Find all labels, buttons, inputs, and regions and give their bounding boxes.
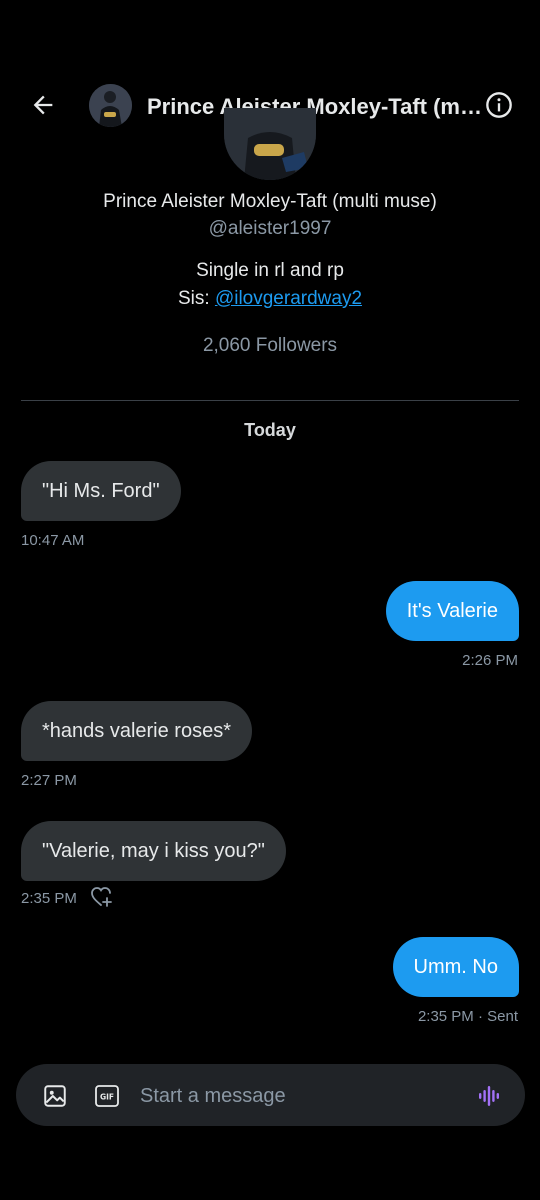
avatar-image <box>89 84 132 127</box>
profile-bio-sis: Sis: @ilovgerardway2 <box>0 286 540 312</box>
profile-handle[interactable]: @aleister1997 <box>0 216 540 242</box>
info-circle-icon <box>486 92 512 118</box>
message-timestamp: 10:47 AM <box>21 532 85 549</box>
profile-name[interactable]: Prince Aleister Moxley-Taft (multi muse) <box>0 189 540 215</box>
add-reaction-button[interactable] <box>90 886 114 908</box>
back-button[interactable] <box>26 88 60 122</box>
arrow-left-icon <box>33 95 53 115</box>
message-bubble-incoming[interactable]: "Hi Ms. Ford" <box>21 461 181 521</box>
media-button[interactable] <box>42 1083 68 1109</box>
message-composer: GIF Start a message <box>16 1064 525 1126</box>
date-separator: Today <box>244 420 296 440</box>
message-timestamp: 2:27 PM <box>21 772 77 789</box>
message-bubble-outgoing[interactable]: Umm. No <box>392 937 519 997</box>
profile-bio: Single in rl and rp <box>196 260 344 281</box>
message-bubble-incoming[interactable]: *hands valerie roses* <box>21 701 252 761</box>
divider <box>21 400 519 401</box>
bio-mention-link[interactable]: @ilovgerardway2 <box>215 288 362 309</box>
info-button[interactable] <box>484 90 514 120</box>
profile-avatar[interactable] <box>224 108 316 180</box>
image-icon <box>44 1085 66 1107</box>
message-timestamp: 2:35 PM <box>21 890 77 907</box>
gif-icon: GIF <box>95 1085 119 1107</box>
bio-prefix: Sis: <box>177 288 215 309</box>
gif-button[interactable]: GIF <box>94 1083 120 1109</box>
gif-label: GIF <box>100 1093 114 1102</box>
message-timestamp: 2:26 PM <box>462 652 518 669</box>
message-timestamp: 2:35 PM · Sent <box>417 1008 518 1025</box>
message-bubble-incoming[interactable]: "Valerie, may i kiss you?" <box>21 821 286 881</box>
heart-plus-icon <box>91 887 112 907</box>
message-input[interactable]: Start a message <box>140 1083 286 1109</box>
voice-wave-icon <box>479 1086 499 1106</box>
avatar[interactable] <box>89 84 132 127</box>
profile-avatar-image <box>224 108 316 180</box>
message-bubble-outgoing[interactable]: It's Valerie <box>385 581 519 641</box>
voice-message-button[interactable] <box>476 1083 502 1109</box>
followers-count[interactable]: 2,060 Followers <box>0 333 540 359</box>
